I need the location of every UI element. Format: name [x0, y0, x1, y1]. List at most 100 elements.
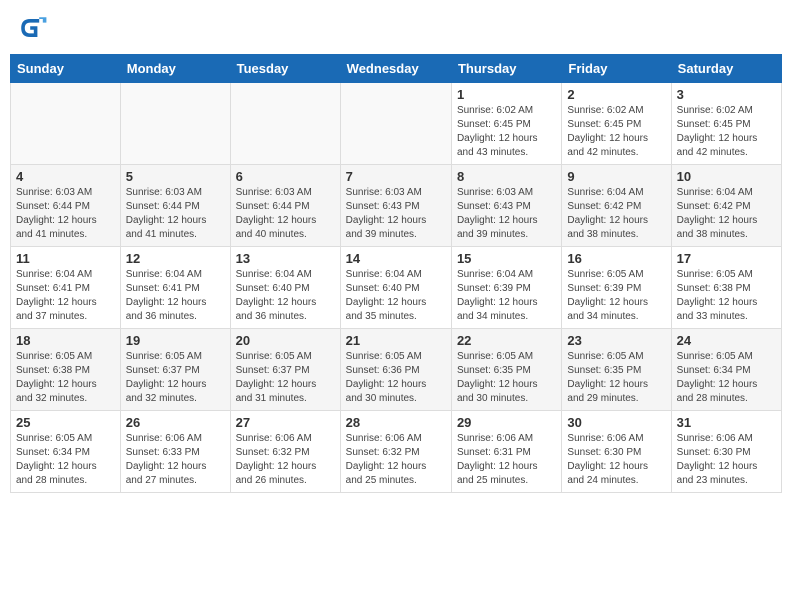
weekday-header: Tuesday	[230, 55, 340, 83]
calendar-cell: 7 Sunrise: 6:03 AM Sunset: 6:43 PM Daylig…	[340, 165, 451, 247]
calendar-cell: 20 Sunrise: 6:05 AM Sunset: 6:37 PM Dayli…	[230, 329, 340, 411]
day-number: 15	[457, 251, 556, 266]
day-info: Sunrise: 6:06 AM Sunset: 6:33 PM Dayligh…	[126, 432, 225, 488]
day-number: 17	[677, 251, 776, 266]
weekday-header-row: SundayMondayTuesdayWednesdayThursdayFrid…	[11, 55, 782, 83]
day-number: 31	[677, 415, 776, 430]
calendar-cell: 16Sunrise: 6:05 AM Sunset: 6:39 PM Dayli…	[562, 247, 671, 329]
day-number: 1	[457, 87, 556, 102]
day-number: 12	[126, 251, 225, 266]
day-number: 20	[236, 333, 335, 348]
weekday-header: Monday	[120, 55, 230, 83]
calendar-cell: 26 Sunrise: 6:06 AM Sunset: 6:33 PM Dayli…	[120, 411, 230, 493]
day-number: 28	[346, 415, 446, 430]
calendar-cell: 4 Sunrise: 6:03 AM Sunset: 6:44 PM Daylig…	[11, 165, 121, 247]
calendar-cell: 30Sunrise: 6:06 AM Sunset: 6:30 PM Dayli…	[562, 411, 671, 493]
day-info: Sunrise: 6:03 AM Sunset: 6:43 PM Dayligh…	[346, 186, 446, 242]
day-info: Sunrise: 6:06 AM Sunset: 6:31 PM Dayligh…	[457, 432, 556, 488]
calendar-cell: 12 Sunrise: 6:04 AM Sunset: 6:41 PM Dayli…	[120, 247, 230, 329]
day-info: Sunrise: 6:05 AM Sunset: 6:37 PM Dayligh…	[236, 350, 335, 406]
calendar-cell: 23 Sunrise: 6:05 AM Sunset: 6:35 PM Dayli…	[562, 329, 671, 411]
day-info: Sunrise: 6:05 AM Sunset: 6:38 PM Dayligh…	[16, 350, 115, 406]
calendar-cell: 21Sunrise: 6:05 AM Sunset: 6:36 PM Dayli…	[340, 329, 451, 411]
calendar-week-row: 25 Sunrise: 6:05 AM Sunset: 6:34 PM Dayli…	[11, 411, 782, 493]
calendar-week-row: 4 Sunrise: 6:03 AM Sunset: 6:44 PM Daylig…	[11, 165, 782, 247]
day-number: 16	[567, 251, 665, 266]
day-number: 13	[236, 251, 335, 266]
logo	[14, 10, 54, 46]
day-number: 25	[16, 415, 115, 430]
day-number: 4	[16, 169, 115, 184]
calendar-cell: 25 Sunrise: 6:05 AM Sunset: 6:34 PM Dayli…	[11, 411, 121, 493]
calendar-cell: 15 Sunrise: 6:04 AM Sunset: 6:39 PM Dayli…	[451, 247, 561, 329]
calendar-cell: 29Sunrise: 6:06 AM Sunset: 6:31 PM Dayli…	[451, 411, 561, 493]
day-number: 22	[457, 333, 556, 348]
day-info: Sunrise: 6:04 AM Sunset: 6:41 PM Dayligh…	[16, 268, 115, 324]
day-info: Sunrise: 6:02 AM Sunset: 6:45 PM Dayligh…	[457, 104, 556, 160]
day-info: Sunrise: 6:05 AM Sunset: 6:35 PM Dayligh…	[567, 350, 665, 406]
day-info: Sunrise: 6:03 AM Sunset: 6:44 PM Dayligh…	[236, 186, 335, 242]
calendar-cell: 31 Sunrise: 6:06 AM Sunset: 6:30 PM Dayli…	[671, 411, 781, 493]
day-number: 23	[567, 333, 665, 348]
calendar-cell: 14Sunrise: 6:04 AM Sunset: 6:40 PM Dayli…	[340, 247, 451, 329]
day-info: Sunrise: 6:04 AM Sunset: 6:42 PM Dayligh…	[567, 186, 665, 242]
day-number: 24	[677, 333, 776, 348]
page-header	[10, 10, 782, 46]
calendar: SundayMondayTuesdayWednesdayThursdayFrid…	[10, 54, 782, 493]
day-info: Sunrise: 6:04 AM Sunset: 6:42 PM Dayligh…	[677, 186, 776, 242]
day-info: Sunrise: 6:03 AM Sunset: 6:44 PM Dayligh…	[126, 186, 225, 242]
day-info: Sunrise: 6:04 AM Sunset: 6:40 PM Dayligh…	[236, 268, 335, 324]
weekday-header: Thursday	[451, 55, 561, 83]
calendar-cell: 1 Sunrise: 6:02 AM Sunset: 6:45 PM Daylig…	[451, 83, 561, 165]
day-number: 18	[16, 333, 115, 348]
calendar-cell: 6 Sunrise: 6:03 AM Sunset: 6:44 PM Daylig…	[230, 165, 340, 247]
day-info: Sunrise: 6:05 AM Sunset: 6:38 PM Dayligh…	[677, 268, 776, 324]
calendar-cell: 10 Sunrise: 6:04 AM Sunset: 6:42 PM Dayli…	[671, 165, 781, 247]
day-number: 8	[457, 169, 556, 184]
weekday-header: Friday	[562, 55, 671, 83]
day-number: 30	[567, 415, 665, 430]
calendar-cell: 3 Sunrise: 6:02 AM Sunset: 6:45 PM Daylig…	[671, 83, 781, 165]
day-number: 21	[346, 333, 446, 348]
day-number: 19	[126, 333, 225, 348]
day-number: 27	[236, 415, 335, 430]
calendar-cell: 19 Sunrise: 6:05 AM Sunset: 6:37 PM Dayli…	[120, 329, 230, 411]
calendar-week-row: 1 Sunrise: 6:02 AM Sunset: 6:45 PM Daylig…	[11, 83, 782, 165]
day-info: Sunrise: 6:05 AM Sunset: 6:37 PM Dayligh…	[126, 350, 225, 406]
calendar-cell: 17 Sunrise: 6:05 AM Sunset: 6:38 PM Dayli…	[671, 247, 781, 329]
day-info: Sunrise: 6:02 AM Sunset: 6:45 PM Dayligh…	[567, 104, 665, 160]
logo-icon	[14, 10, 50, 46]
day-number: 11	[16, 251, 115, 266]
calendar-cell	[11, 83, 121, 165]
calendar-week-row: 11 Sunrise: 6:04 AM Sunset: 6:41 PM Dayli…	[11, 247, 782, 329]
day-number: 6	[236, 169, 335, 184]
calendar-cell: 22Sunrise: 6:05 AM Sunset: 6:35 PM Dayli…	[451, 329, 561, 411]
day-number: 26	[126, 415, 225, 430]
day-number: 10	[677, 169, 776, 184]
calendar-cell: 24 Sunrise: 6:05 AM Sunset: 6:34 PM Dayli…	[671, 329, 781, 411]
calendar-cell: 11 Sunrise: 6:04 AM Sunset: 6:41 PM Dayli…	[11, 247, 121, 329]
day-info: Sunrise: 6:05 AM Sunset: 6:34 PM Dayligh…	[677, 350, 776, 406]
day-info: Sunrise: 6:03 AM Sunset: 6:43 PM Dayligh…	[457, 186, 556, 242]
calendar-cell: 28 Sunrise: 6:06 AM Sunset: 6:32 PM Dayli…	[340, 411, 451, 493]
day-number: 7	[346, 169, 446, 184]
day-info: Sunrise: 6:04 AM Sunset: 6:40 PM Dayligh…	[346, 268, 446, 324]
day-info: Sunrise: 6:06 AM Sunset: 6:32 PM Dayligh…	[346, 432, 446, 488]
day-info: Sunrise: 6:04 AM Sunset: 6:39 PM Dayligh…	[457, 268, 556, 324]
day-info: Sunrise: 6:04 AM Sunset: 6:41 PM Dayligh…	[126, 268, 225, 324]
day-info: Sunrise: 6:03 AM Sunset: 6:44 PM Dayligh…	[16, 186, 115, 242]
day-number: 3	[677, 87, 776, 102]
day-number: 9	[567, 169, 665, 184]
day-info: Sunrise: 6:06 AM Sunset: 6:30 PM Dayligh…	[677, 432, 776, 488]
calendar-cell: 2 Sunrise: 6:02 AM Sunset: 6:45 PM Daylig…	[562, 83, 671, 165]
calendar-cell: 27Sunrise: 6:06 AM Sunset: 6:32 PM Dayli…	[230, 411, 340, 493]
day-info: Sunrise: 6:02 AM Sunset: 6:45 PM Dayligh…	[677, 104, 776, 160]
calendar-cell: 18 Sunrise: 6:05 AM Sunset: 6:38 PM Dayli…	[11, 329, 121, 411]
calendar-week-row: 18 Sunrise: 6:05 AM Sunset: 6:38 PM Dayli…	[11, 329, 782, 411]
calendar-cell	[230, 83, 340, 165]
calendar-cell	[120, 83, 230, 165]
day-number: 2	[567, 87, 665, 102]
day-info: Sunrise: 6:05 AM Sunset: 6:34 PM Dayligh…	[16, 432, 115, 488]
calendar-cell	[340, 83, 451, 165]
calendar-cell: 13 Sunrise: 6:04 AM Sunset: 6:40 PM Dayli…	[230, 247, 340, 329]
